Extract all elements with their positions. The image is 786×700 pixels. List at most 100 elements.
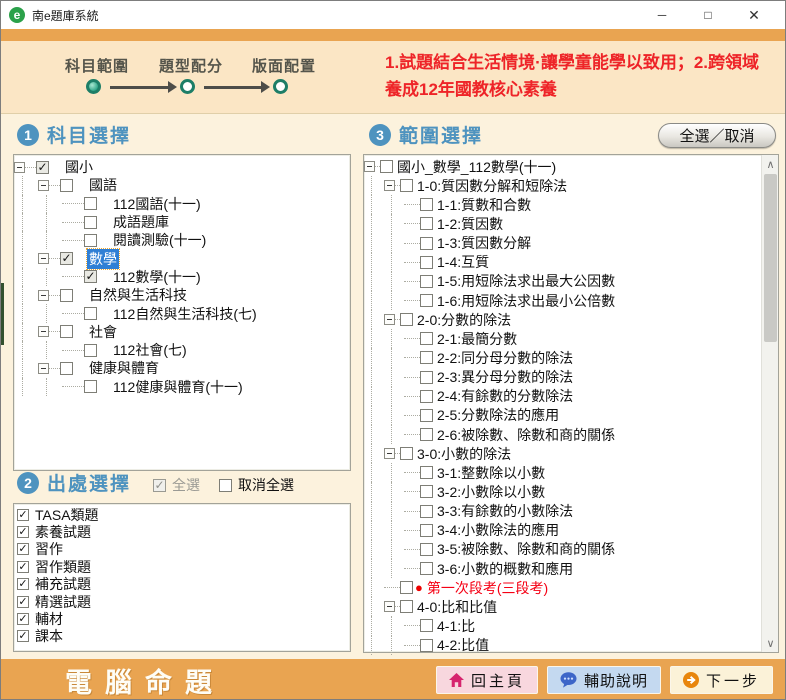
tree-checkbox[interactable] <box>420 466 433 479</box>
list-item[interactable]: ✓素養試題 <box>14 523 350 540</box>
collapse-expander-icon[interactable] <box>38 253 49 264</box>
tree-item-label[interactable]: 2-3:異分母分數的除法 <box>435 367 575 387</box>
tree-checkbox[interactable] <box>420 294 433 307</box>
list-item[interactable]: ✓精選試題 <box>14 593 350 610</box>
tree-row[interactable]: 3-4:小數除法的應用 <box>364 521 760 540</box>
tree-checkbox[interactable] <box>420 409 433 422</box>
tree-checkbox[interactable] <box>420 619 433 632</box>
tree-row[interactable]: ●第一次段考(三段考) <box>364 578 760 597</box>
source-checkbox[interactable]: ✓ <box>17 543 29 555</box>
tree-row[interactable]: 112健康與體育(十一) <box>14 378 350 396</box>
tree-item-label[interactable]: 1-3:質因數分解 <box>435 233 533 253</box>
tree-item-label[interactable]: 4-0:比和比值 <box>415 597 499 617</box>
tree-row[interactable]: 3-3:有餘數的小數除法 <box>364 502 760 521</box>
tree-row[interactable]: 2-3:異分母分數的除法 <box>364 368 760 387</box>
source-checkbox[interactable]: ✓ <box>17 509 29 521</box>
minimize-button[interactable]: ─ <box>639 1 685 29</box>
tree-checkbox[interactable] <box>420 390 433 403</box>
tree-row[interactable]: 3-5:被除數、除數和商的關係 <box>364 540 760 559</box>
tree-row[interactable]: 自然與生活科技 <box>14 286 350 304</box>
home-button[interactable]: 回主頁 <box>436 666 538 694</box>
tree-item-label[interactable]: 4-2:比值 <box>435 635 491 655</box>
tree-row[interactable]: 1-1:質數和合數 <box>364 195 760 214</box>
tree-item-label[interactable]: 閱讀測驗(十一) <box>111 230 208 250</box>
collapse-expander-icon[interactable] <box>38 326 49 337</box>
tree-item-label[interactable]: 1-0:質因數分解和短除法 <box>415 176 569 196</box>
tree-row[interactable]: 成語題庫 <box>14 213 350 231</box>
tree-row[interactable]: 4-1:比 <box>364 616 760 635</box>
collapse-expander-icon[interactable] <box>384 448 395 459</box>
collapse-expander-icon[interactable] <box>384 314 395 325</box>
tree-row[interactable]: 112自然與生活科技(七) <box>14 304 350 322</box>
tree-item-label[interactable]: 3-0:小數的除法 <box>415 444 513 464</box>
tree-checkbox[interactable] <box>84 307 97 320</box>
list-item[interactable]: ✓TASA類題 <box>14 506 350 523</box>
tree-row[interactable]: 1-3:質因數分解 <box>364 234 760 253</box>
tree-item-label[interactable]: 國語 <box>87 175 119 195</box>
scroll-down-button[interactable]: ∨ <box>762 635 779 651</box>
tree-row[interactable]: 1-4:互質 <box>364 253 760 272</box>
scroll-up-button[interactable]: ∧ <box>762 156 779 172</box>
tree-row[interactable]: ✓數學 <box>14 249 350 267</box>
tree-item-label[interactable]: 2-6:被除數、除數和商的關係 <box>435 425 617 445</box>
tree-item-label[interactable]: 1-2:質因數 <box>435 214 505 234</box>
tree-item-label[interactable]: 112數學(十一) <box>111 267 203 287</box>
tree-item-label[interactable]: 2-2:同分母分數的除法 <box>435 348 575 368</box>
tree-row[interactable]: 3-1:整數除以小數 <box>364 463 760 482</box>
tree-item-label[interactable]: 第一次段考(三段考) <box>425 578 550 598</box>
tree-checkbox[interactable] <box>84 197 97 210</box>
deselect-all-checkbox[interactable] <box>219 479 232 492</box>
tree-row[interactable]: 2-0:分數的除法 <box>364 310 760 329</box>
tree-item-label[interactable]: 3-6:小數的概數和應用 <box>435 559 575 579</box>
tree-item-label[interactable]: 2-1:最簡分數 <box>435 329 519 349</box>
tree-row[interactable]: 4-0:比和比值 <box>364 597 760 616</box>
tree-row[interactable]: 2-6:被除數、除數和商的關係 <box>364 425 760 444</box>
tree-row[interactable]: 2-4:有餘數的分數除法 <box>364 387 760 406</box>
tree-row[interactable]: ✓國小 <box>14 158 350 176</box>
tree-item-label[interactable]: 健康與體育 <box>87 358 161 378</box>
tree-row[interactable]: 1-0:質因數分解和短除法 <box>364 176 760 195</box>
tree-checkbox[interactable] <box>60 179 73 192</box>
list-item[interactable]: ✓課本 <box>14 628 350 645</box>
tree-checkbox[interactable] <box>84 380 97 393</box>
tree-row[interactable]: ✓112數學(十一) <box>14 268 350 286</box>
tree-item-label[interactable]: 1-6:用短除法求出最小公倍數 <box>435 291 617 311</box>
tree-checkbox[interactable] <box>400 313 413 326</box>
tree-item-label[interactable]: 國小_數學_112數學(十一) <box>395 157 558 177</box>
source-checkbox[interactable]: ✓ <box>17 613 29 625</box>
source-checkbox[interactable]: ✓ <box>17 578 29 590</box>
tree-row[interactable]: 2-5:分數除法的應用 <box>364 406 760 425</box>
tree-row[interactable]: 1-6:用短除法求出最小公倍數 <box>364 291 760 310</box>
tree-item-label[interactable]: 社會 <box>87 322 119 342</box>
tree-checkbox[interactable] <box>420 256 433 269</box>
tree-checkbox[interactable]: ✓ <box>60 252 73 265</box>
scrollbar[interactable]: ∧ ∨ <box>761 155 778 652</box>
tree-checkbox[interactable] <box>420 217 433 230</box>
tree-row[interactable]: 2-1:最簡分數 <box>364 329 760 348</box>
tree-item-label[interactable]: 3-5:被除數、除數和商的關係 <box>435 539 617 559</box>
tree-row[interactable]: 1-5:用短除法求出最大公因數 <box>364 272 760 291</box>
tree-checkbox[interactable] <box>60 362 73 375</box>
tree-checkbox[interactable] <box>400 600 413 613</box>
tree-checkbox[interactable] <box>400 179 413 192</box>
select-all-checkbox[interactable]: ✓ <box>153 479 166 492</box>
tree-item-label[interactable]: 112健康與體育(十一) <box>111 377 245 397</box>
tree-item-label[interactable]: 112自然與生活科技(七) <box>111 304 259 324</box>
maximize-button[interactable]: □ <box>685 1 731 29</box>
tree-item-label[interactable]: 1-1:質數和合數 <box>435 195 533 215</box>
tree-checkbox[interactable] <box>420 428 433 441</box>
tree-item-label[interactable]: 3-2:小數除以小數 <box>435 482 547 502</box>
tree-item-label[interactable]: 自然與生活科技 <box>87 285 189 305</box>
tree-item-label[interactable]: 112國語(十一) <box>111 194 203 214</box>
tree-checkbox[interactable] <box>420 275 433 288</box>
select-toggle-button[interactable]: 全選／取消 <box>658 123 776 148</box>
tree-checkbox[interactable] <box>84 216 97 229</box>
tree-row[interactable]: 2-2:同分母分數的除法 <box>364 348 760 367</box>
tree-row[interactable]: 3-0:小數的除法 <box>364 444 760 463</box>
collapse-expander-icon[interactable] <box>384 601 395 612</box>
collapse-expander-icon[interactable] <box>364 161 375 172</box>
list-item[interactable]: ✓習作類題 <box>14 558 350 575</box>
tree-checkbox[interactable] <box>420 198 433 211</box>
source-checkbox[interactable]: ✓ <box>17 526 29 538</box>
source-item-label[interactable]: 課本 <box>33 626 65 646</box>
